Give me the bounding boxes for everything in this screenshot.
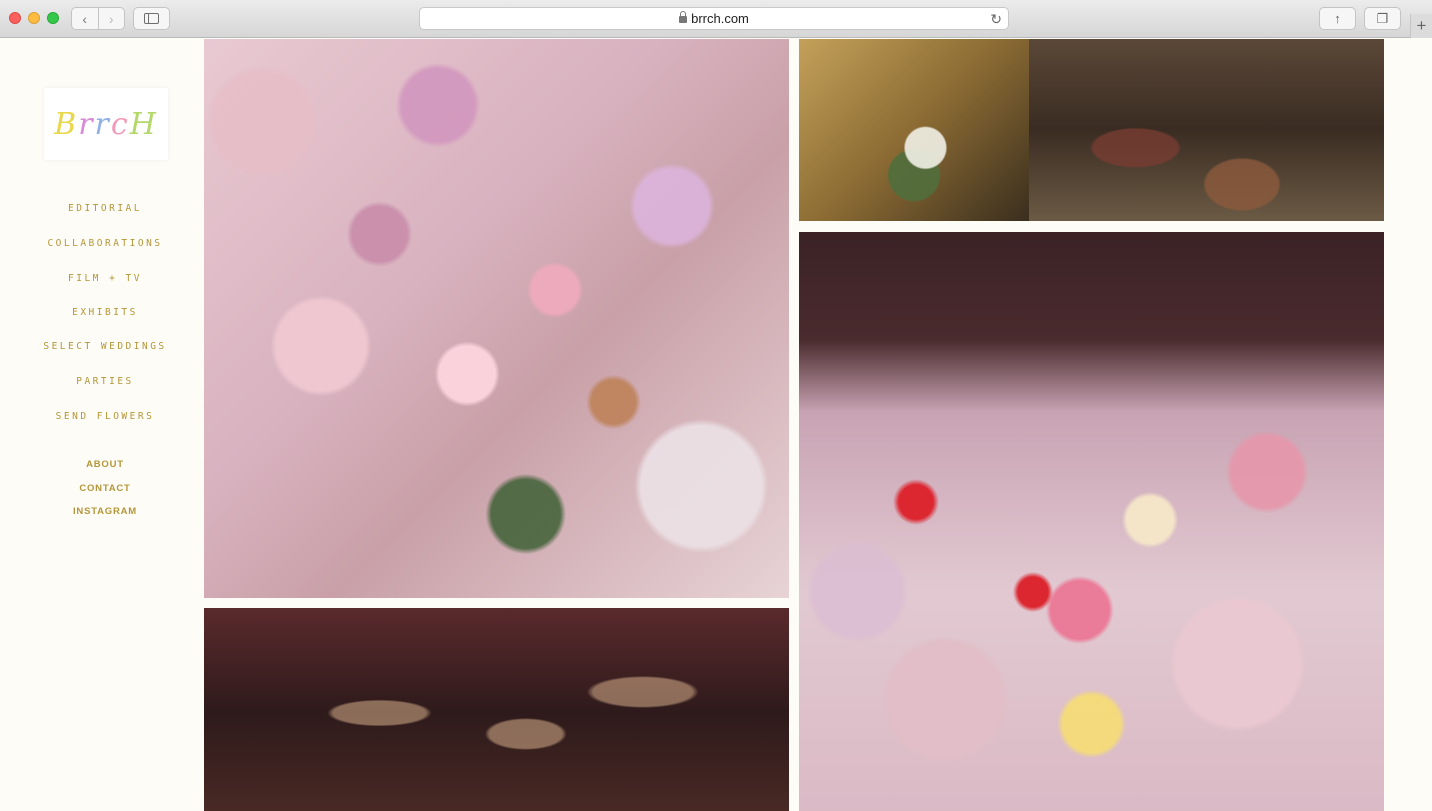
lock-icon <box>679 11 688 23</box>
site-logo[interactable]: BrrcH <box>44 88 168 160</box>
back-forward-group: ‹ › <box>71 7 125 30</box>
share-button[interactable]: ↑ <box>1319 7 1356 30</box>
nav-editorial[interactable]: EDITORIAL <box>0 203 210 214</box>
fullscreen-window-button[interactable] <box>47 12 59 24</box>
chevron-left-icon: ‹ <box>82 10 88 27</box>
reload-icon[interactable]: ↻ <box>990 11 1002 28</box>
plus-icon: + <box>1416 16 1427 35</box>
florals-photo[interactable] <box>799 232 1384 811</box>
sidebar-toggle-button[interactable] <box>133 7 170 30</box>
banquet-hall-photo[interactable] <box>204 608 789 811</box>
page-content: BrrcH EDITORIAL COLLABORATIONS FILM + TV… <box>0 39 1432 811</box>
nav-exhibits[interactable]: EXHIBITS <box>0 307 210 318</box>
close-window-button[interactable] <box>9 12 21 24</box>
forward-button[interactable]: › <box>97 8 125 29</box>
sidebar-icon <box>144 13 159 24</box>
url-text: brrch.com <box>691 11 749 26</box>
nav-parties[interactable]: PARTIES <box>0 376 210 387</box>
nav-about[interactable]: ABOUT <box>0 459 210 470</box>
tablescape-photo[interactable] <box>204 39 789 598</box>
nav-instagram[interactable]: INSTAGRAM <box>0 506 210 517</box>
new-tab-button[interactable]: + <box>1410 14 1432 38</box>
nav-send-flowers[interactable]: SEND FLOWERS <box>0 411 210 422</box>
chevron-right-icon: › <box>108 10 114 27</box>
bouquet-photo[interactable] <box>799 39 1029 221</box>
address-bar[interactable]: brrch.com ↻ <box>419 7 1009 30</box>
nav-contact[interactable]: CONTACT <box>0 483 210 494</box>
nav-film-tv[interactable]: FILM + TV <box>0 273 210 284</box>
lounge-photo[interactable] <box>1029 39 1384 221</box>
minimize-window-button[interactable] <box>28 12 40 24</box>
back-button[interactable]: ‹ <box>72 8 98 29</box>
nav-collaborations[interactable]: COLLABORATIONS <box>0 238 210 249</box>
nav-select-weddings[interactable]: SELECT WEDDINGS <box>0 341 210 352</box>
browser-toolbar: ‹ › brrch.com ↻ ↑ ❐ + <box>0 0 1432 38</box>
tabs-icon: ❐ <box>1376 10 1389 26</box>
show-tabs-button[interactable]: ❐ <box>1364 7 1401 30</box>
logo-wordmark: BrrcH <box>54 106 158 142</box>
share-icon: ↑ <box>1334 11 1341 26</box>
